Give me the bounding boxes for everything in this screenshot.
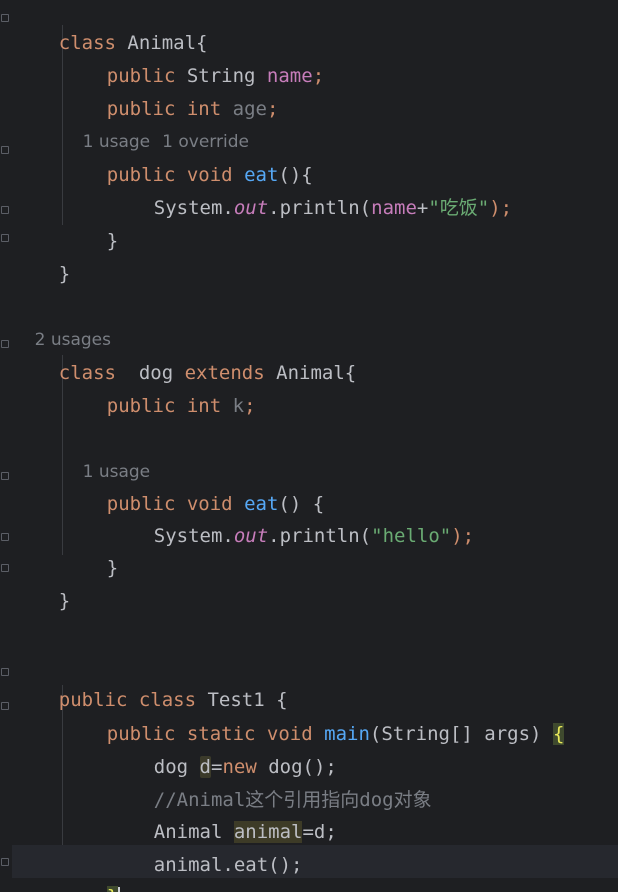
text-caret xyxy=(118,886,121,892)
code-line[interactable]: System.out.println(name+"吃饭"); xyxy=(108,159,512,219)
code-line[interactable]: } xyxy=(61,192,118,252)
brace-token: } xyxy=(106,557,119,579)
code-line[interactable]: public void eat(){ xyxy=(61,126,313,186)
code-line[interactable]: dog d=new dog(); xyxy=(108,718,337,778)
keyword-token: int xyxy=(175,395,222,417)
code-line[interactable]: animal.eat(); xyxy=(108,816,303,876)
class-ref-token: System. xyxy=(153,197,234,219)
code-line[interactable]: } xyxy=(13,225,70,285)
method-call-token: animal.eat(); xyxy=(153,854,303,876)
string-literal-token: "吃饭" xyxy=(428,197,490,219)
keyword-token: public xyxy=(106,395,176,417)
string-literal-token: "hello" xyxy=(371,525,452,547)
brace-token: } xyxy=(58,263,71,285)
class-name-token: Animal{ xyxy=(264,362,357,384)
code-line[interactable]: System.out.println("hello"); xyxy=(108,487,474,547)
code-line[interactable]: //Animal这个引用指向dog对象 xyxy=(108,751,432,811)
code-line[interactable]: public static void main(String[] args) { xyxy=(61,685,565,745)
fold-marker-icon[interactable] xyxy=(1,234,9,242)
method-call-token: .println( xyxy=(268,197,372,219)
usage-hint[interactable]: 1 usage 1 override xyxy=(61,93,261,152)
code-line[interactable]: public void eat() { xyxy=(61,455,324,515)
code-line[interactable]: public String name; xyxy=(61,27,324,87)
code-editor[interactable]: class Animal{ public String name; public… xyxy=(0,0,618,892)
matched-brace-token: } xyxy=(106,886,119,892)
punctuation-token: ; xyxy=(312,65,325,87)
usage-hint[interactable]: 1 usage xyxy=(61,423,162,482)
operator-token: + xyxy=(416,197,429,219)
brace-token: } xyxy=(106,230,119,252)
unused-field-token: k xyxy=(232,395,245,417)
fold-marker-icon[interactable] xyxy=(1,206,9,214)
static-field-token: out xyxy=(233,197,269,219)
code-line[interactable]: } xyxy=(13,552,70,612)
punctuation-token: ; xyxy=(244,395,256,417)
punctuation-token: ); xyxy=(489,197,513,219)
fold-marker-icon[interactable] xyxy=(1,472,9,480)
brace-token: } xyxy=(58,590,71,612)
fold-marker-icon[interactable] xyxy=(1,564,9,572)
static-field-token: out xyxy=(233,525,269,547)
fold-marker-icon[interactable] xyxy=(1,668,9,676)
code-line[interactable]: class Animal{ xyxy=(13,0,208,54)
fold-marker-icon[interactable] xyxy=(1,533,9,541)
editor-gutter xyxy=(0,0,12,892)
usage-hint[interactable]: 2 usages xyxy=(13,291,123,350)
code-line[interactable]: public int k; xyxy=(61,357,256,417)
punctuation-token: ; xyxy=(266,98,279,120)
fold-marker-icon[interactable] xyxy=(1,702,9,710)
code-line[interactable]: public class Test1 { xyxy=(13,651,288,711)
punctuation-token: ); xyxy=(451,525,475,547)
code-line[interactable]: public int age; xyxy=(61,60,279,120)
fold-marker-icon[interactable] xyxy=(1,146,9,154)
fold-marker-icon[interactable] xyxy=(1,14,9,22)
field-token: name xyxy=(371,197,417,219)
code-line[interactable]: } xyxy=(61,848,121,892)
fold-marker-icon[interactable] xyxy=(1,340,9,348)
fold-marker-icon[interactable] xyxy=(1,858,9,866)
class-ref-token: System. xyxy=(153,525,234,547)
method-call-token: .println( xyxy=(268,525,372,547)
parameter-list-token: (String[] args) xyxy=(369,723,553,745)
matched-brace-token: { xyxy=(552,723,565,745)
code-line[interactable]: Animal animal=d; xyxy=(108,783,337,843)
assignment-token: =d; xyxy=(302,821,337,843)
code-line[interactable]: } xyxy=(61,519,118,579)
code-line[interactable]: class dog extends Animal{ xyxy=(13,324,356,384)
